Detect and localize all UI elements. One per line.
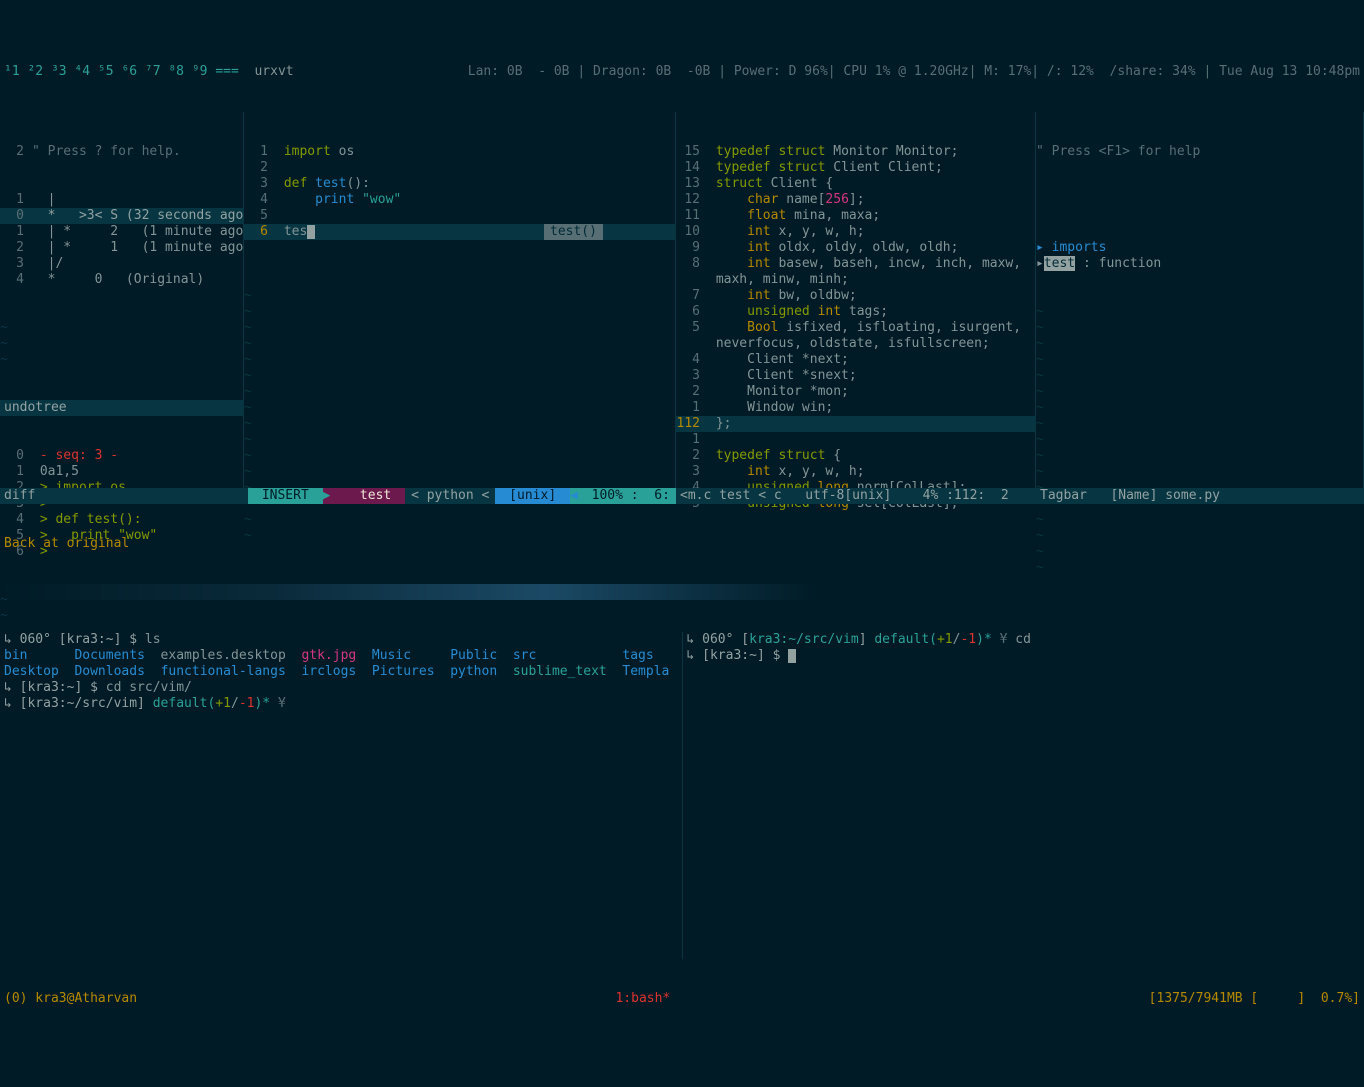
code-line[interactable]: 2 — [244, 160, 675, 176]
code-line[interactable]: 4 print "wow" — [244, 192, 675, 208]
code-line[interactable]: 6 unsigned int tags; — [676, 304, 1035, 320]
tagbar-item[interactable]: ▸test : function — [1036, 256, 1363, 272]
autocomplete-popup[interactable]: test() — [544, 224, 603, 240]
terminal-right[interactable]: ↳ 060° [kra3:~/src/vim] default(+1/-1)* … — [682, 632, 1364, 959]
code-line[interactable]: 2 Monitor *mon; — [676, 384, 1035, 400]
system-stats: Lan: 0B - 0B | Dragon: 0B -0B | Power: D… — [460, 64, 1360, 80]
undotree-header: undotree — [0, 400, 243, 416]
code-line[interactable]: neverfocus, oldstate, isfullscreen; — [676, 336, 1035, 352]
tagbar-statusline: Tagbar [Name] some.py — [1036, 488, 1363, 504]
code-line[interactable]: 3 Client *snext; — [676, 368, 1035, 384]
terminal-line[interactable]: ↳ [kra3:~/src/vim] default(+1/-1)* ¥ — [4, 696, 678, 712]
tagbar-item[interactable]: ▸ imports — [1036, 240, 1363, 256]
undotree-status: diff — [0, 488, 243, 504]
code-line[interactable]: 3 def test(): — [244, 176, 675, 192]
undotree-row[interactable]: 0 * >3< S (32 seconds ago — [0, 208, 243, 224]
undotree-row[interactable]: 3 |/ — [0, 256, 243, 272]
code-line[interactable]: 7 int bw, oldbw; — [676, 288, 1035, 304]
undotree-row[interactable]: 1 | — [0, 192, 243, 208]
code-line[interactable]: 13 struct Client { — [676, 176, 1035, 192]
python-statusline: INSERT ▶ test < python < [unix] ◀ 100% :… — [244, 488, 675, 504]
undotree-pane[interactable]: 2" Press ? for help. 1 | 0 * >3< S (32 s… — [0, 112, 244, 504]
top-status-bar: ¹1 ²2 ³3 ⁴4 ⁵5 ⁶6 ⁷7 ⁸8 ⁹9 === urxvt Lan… — [0, 64, 1364, 80]
terminal-line[interactable]: ↳ [kra3:~] $ cd src/vim/ — [4, 680, 678, 696]
code-line[interactable]: 14 typedef struct Client Client; — [676, 160, 1035, 176]
code-line[interactable]: 11 float mina, maxa; — [676, 208, 1035, 224]
code-line[interactable]: 5 Bool isfixed, isfloating, isurgent, — [676, 320, 1035, 336]
code-line[interactable]: 2 typedef struct { — [676, 448, 1035, 464]
code-line[interactable]: 12 char name[256]; — [676, 192, 1035, 208]
undotree-row[interactable]: 2 | * 1 (1 minute ago — [0, 240, 243, 256]
diff-line: 5 > print "wow" — [0, 528, 243, 544]
code-line[interactable]: 1 Window win; — [676, 400, 1035, 416]
code-line[interactable]: 10 int x, y, w, h; — [676, 224, 1035, 240]
diff-line: 4 > def test(): — [0, 512, 243, 528]
tagbar-pane[interactable]: " Press <F1> for help ▸ imports▸test : f… — [1036, 112, 1364, 504]
python-buffer[interactable]: 1 import os2 3 def test():4 print "wow"5… — [244, 112, 676, 504]
c-buffer[interactable]: 15 typedef struct Monitor Monitor;14 typ… — [676, 112, 1036, 504]
code-line[interactable]: 112 }; — [676, 416, 1035, 432]
diff-line: 1 0a1,5 — [0, 464, 243, 480]
code-line[interactable]: 6 tes — [244, 224, 675, 240]
tmux-window[interactable]: 1:bash* — [615, 991, 670, 1007]
code-line[interactable]: 1 import os — [244, 144, 675, 160]
code-line[interactable]: 1 — [676, 432, 1035, 448]
terminal-line[interactable]: ↳ [kra3:~] $ — [687, 648, 1361, 664]
code-line[interactable]: maxh, minw, minh; — [676, 272, 1035, 288]
c-statusline: <m.c test < c utf-8[unix] 4% :112: 2 — [676, 488, 1035, 504]
diff-line: 6 > — [0, 544, 243, 560]
code-line[interactable]: 8 int basew, baseh, incw, inch, maxw, — [676, 256, 1035, 272]
code-line[interactable]: 4 Client *next; — [676, 352, 1035, 368]
code-line[interactable]: 5 — [244, 208, 675, 224]
workspace-tags[interactable]: ¹1 ²2 ³3 ⁴4 ⁵5 ⁶6 ⁷7 ⁸8 ⁹9 === urxvt — [4, 64, 294, 80]
tmux-session: (0) kra3@Atharvan — [4, 991, 137, 1007]
terminal-left[interactable]: ↳ 060° [kra3:~] $ lsbin Documents exampl… — [0, 632, 682, 959]
tmux-statusbar: (0) kra3@Atharvan 1:bash* [1375/7941MB [… — [0, 991, 1364, 1007]
terminal-line[interactable]: ↳ 060° [kra3:~/src/vim] default(+1/-1)* … — [687, 632, 1361, 648]
undotree-row[interactable]: 1 | * 2 (1 minute ago — [0, 224, 243, 240]
undotree-help: 2" Press ? for help. — [0, 144, 243, 160]
code-line[interactable]: 9 int oldx, oldy, oldw, oldh; — [676, 240, 1035, 256]
code-line[interactable]: 3 int x, y, w, h; — [676, 464, 1035, 480]
code-line[interactable]: 15 typedef struct Monitor Monitor; — [676, 144, 1035, 160]
tagbar-help: " Press <F1> for help — [1036, 144, 1363, 160]
undotree-row[interactable]: 4 * 0 (Original) — [0, 272, 243, 288]
diff-line: 0 - seq: 3 - — [0, 448, 243, 464]
tmux-mem: [1375/7941MB [ ] 0.7%] — [1149, 991, 1360, 1007]
